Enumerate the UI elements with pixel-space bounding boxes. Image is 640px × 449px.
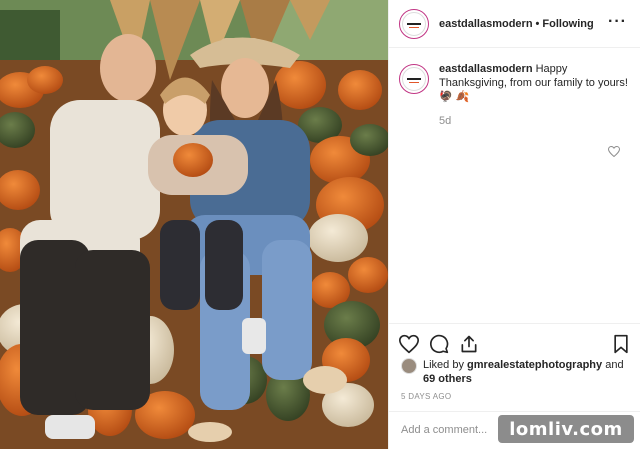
post-header: eastdallasmodern • Following ··· bbox=[389, 0, 640, 48]
profile-avatar[interactable] bbox=[399, 8, 429, 39]
share-icon[interactable] bbox=[459, 334, 479, 354]
likes-others-link[interactable]: 69 others bbox=[423, 373, 472, 385]
caption-logo-icon bbox=[402, 67, 426, 91]
header-username[interactable]: eastdallasmodern bbox=[439, 18, 533, 30]
bookmark-icon[interactable] bbox=[611, 334, 631, 354]
header-separator: • bbox=[535, 17, 540, 30]
caption-comment: eastdallasmodern Happy Thanksgiving, fro… bbox=[389, 56, 640, 128]
likes-summary: Liked by gmrealestatephotography and 69 … bbox=[401, 358, 633, 386]
post-date[interactable]: 5 DAYS AGO bbox=[401, 392, 451, 401]
likes-joiner: and bbox=[605, 359, 624, 371]
likes-prefix: Liked by bbox=[423, 359, 464, 371]
caption-time[interactable]: 5d bbox=[439, 114, 629, 128]
action-bar bbox=[389, 323, 640, 363]
heart-small-icon[interactable] bbox=[608, 146, 620, 157]
liker-username[interactable]: gmrealestatephotography bbox=[467, 359, 602, 371]
post-details-panel: eastdallasmodern • Following ··· eastdal… bbox=[388, 0, 640, 449]
likes-text: Liked by gmrealestatephotography and 69 … bbox=[423, 358, 624, 386]
more-horizontal-icon[interactable]: ··· bbox=[608, 14, 627, 30]
liker-avatar[interactable] bbox=[401, 358, 417, 374]
follow-status-button[interactable]: Following bbox=[542, 18, 593, 30]
comment-icon[interactable] bbox=[429, 334, 449, 354]
caption-body: eastdallasmodern Happy Thanksgiving, fro… bbox=[439, 62, 629, 128]
family-pumpkin-patch-image bbox=[0, 0, 388, 449]
watermark: lomliv.com bbox=[498, 415, 634, 443]
profile-logo-icon bbox=[402, 11, 426, 36]
instagram-post: eastdallasmodern • Following ··· eastdal… bbox=[0, 0, 640, 449]
caption-username[interactable]: eastdallasmodern bbox=[439, 63, 533, 75]
post-photo[interactable] bbox=[0, 0, 388, 449]
heart-icon[interactable] bbox=[399, 334, 419, 354]
caption-avatar[interactable] bbox=[399, 64, 429, 94]
